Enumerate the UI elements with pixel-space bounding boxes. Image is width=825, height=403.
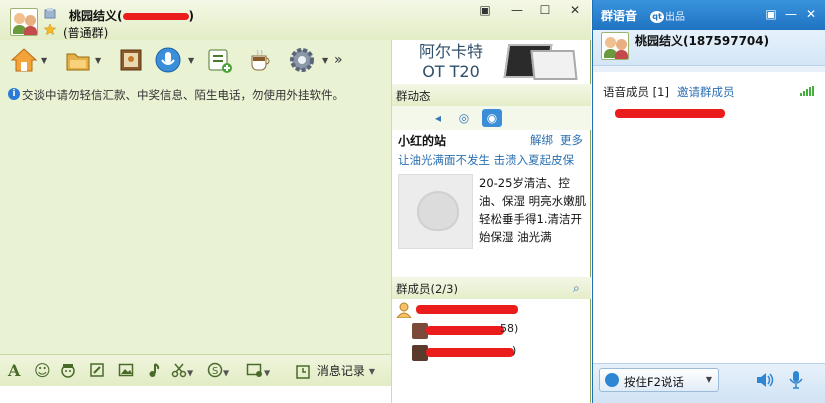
voice-member-row[interactable] [593, 104, 825, 126]
member-row[interactable]: 58) [392, 320, 591, 342]
input-toolbar: A ☺ ▼ S ▼ ▼ 消息记录 ▼ [0, 354, 391, 386]
voice-group-header: 桃园结义(187597704) [593, 30, 825, 66]
tab-search[interactable]: ◎ [454, 109, 474, 127]
chevron-down-icon: ▼ [188, 56, 195, 65]
member-row[interactable]: ) [392, 342, 591, 364]
music-icon[interactable] [147, 362, 161, 380]
info-icon: i [8, 88, 20, 100]
minimize-button[interactable]: — [508, 3, 526, 17]
signal-icon [800, 86, 814, 96]
message-record-button[interactable]: 消息记录 ▼ [296, 362, 375, 380]
s-icon[interactable]: S ▼ [207, 362, 229, 380]
group-voice-window: 群语音 qt 出品 ▣ — ✕ 桃园结义(187597704) 语音成员 [1] … [592, 0, 825, 403]
group-level-icon [44, 8, 56, 19]
site-thumbnail[interactable] [398, 174, 473, 249]
group-avatar [601, 32, 629, 60]
group-chat-window: 桃园结义() (普通群) ▣ — ☐ ✕ ▼ ▼ ▼ ▼ » 阿尔卡特 OT T… [0, 0, 591, 403]
tab-voice[interactable]: ◂ [428, 109, 448, 127]
search-icon[interactable]: ⌕ [573, 282, 585, 294]
more-link[interactable]: 更多 [560, 132, 583, 148]
push-to-talk-button[interactable]: 按住F2说话 ▼ [599, 368, 719, 392]
chevron-down-icon: ▼ [95, 56, 102, 65]
group-side-panel: 群动态 ◂ ◎ ◉ 小红的站 解绑 更多 让油光满面不发生 击溃入夏起皮保 20… [391, 84, 591, 403]
site-title: 小红的站 [398, 134, 447, 148]
emoji-icon[interactable]: ☺ [34, 362, 51, 380]
screen-icon[interactable]: ▼ [246, 362, 270, 380]
edit-icon[interactable] [89, 362, 105, 380]
close-button[interactable]: ✕ [566, 3, 584, 17]
member-row[interactable] [392, 299, 591, 321]
speaker-person-icon [605, 373, 619, 387]
scissors-icon[interactable]: ▼ [171, 362, 193, 380]
menu-button[interactable]: ▣ [476, 3, 494, 17]
voice-members-count: 语音成员 [1] [603, 85, 669, 99]
site-description: 20-25岁清洁、控油、保湿 明亮水嫩肌轻松垂手得1.清洁开始保湿 油光满 [479, 176, 587, 244]
chevron-down-icon: ▼ [41, 56, 48, 65]
note-button[interactable] [205, 46, 235, 76]
home-icon [10, 46, 38, 74]
owner-icon [396, 302, 412, 319]
home-button[interactable]: ▼ [10, 46, 54, 76]
funny-face-icon[interactable] [60, 362, 76, 380]
message-input[interactable] [0, 386, 391, 403]
image-icon[interactable] [118, 362, 134, 380]
voice-button[interactable]: ▼ [154, 46, 200, 76]
chat-title-bar: 桃园结义() (普通群) ▣ — ☐ ✕ [0, 0, 591, 40]
font-icon[interactable]: A [8, 362, 20, 380]
speaker-icon[interactable] [755, 371, 775, 389]
brand-label: qt 出品 [650, 8, 685, 23]
redacted-member-name [426, 326, 504, 335]
voice-title-bar: 群语音 qt 出品 ▣ — ✕ [593, 0, 825, 30]
menu-button[interactable]: ▣ [763, 7, 779, 21]
ad-banner[interactable]: 阿尔卡特 OT T20 [391, 40, 590, 84]
redacted-group-id [122, 13, 189, 20]
note-add-icon [205, 46, 233, 74]
star-icon [43, 23, 57, 36]
album-icon [117, 46, 145, 74]
chat-toolbar: ▼ ▼ ▼ ▼ » [0, 40, 391, 82]
redacted-member-name [416, 305, 518, 314]
voice-member-list: 语音成员 [1] 邀请群成员 [593, 66, 825, 363]
app-button[interactable] [246, 46, 276, 76]
voice-title: 群语音 [601, 9, 638, 23]
microphone-icon[interactable] [789, 370, 803, 390]
members-header: 群成员(2/3) ⌕ [392, 277, 591, 299]
tab-site[interactable]: ◉ [482, 109, 502, 127]
album-button[interactable] [117, 46, 145, 76]
ad-text: 阿尔卡特 OT T20 [419, 42, 484, 81]
qt-logo-icon: qt [650, 11, 664, 23]
maximize-button[interactable]: ☐ [536, 3, 554, 17]
security-notice: i 交谈中请勿轻信汇款、中奖信息、陌生电话，勿使用外挂软件。 [0, 84, 391, 104]
message-history[interactable] [0, 104, 391, 354]
chevron-down-icon: ▼ [705, 375, 712, 384]
group-avatar[interactable] [10, 8, 38, 36]
group-type: (普通群) [63, 26, 109, 40]
folder-icon [64, 46, 92, 74]
group-name: 桃园结义() [69, 9, 194, 23]
tablet-image-2 [530, 50, 578, 80]
voice-group-name: 桃园结义(187597704) [635, 34, 770, 48]
chevron-down-icon: ▼ [322, 56, 329, 65]
redacted-member-name [615, 109, 725, 118]
close-button[interactable]: ✕ [803, 7, 819, 21]
files-button[interactable]: ▼ [64, 46, 108, 76]
voice-icon [154, 46, 182, 74]
settings-button[interactable]: ▼ [288, 46, 334, 76]
minimize-button[interactable]: — [783, 7, 799, 21]
invite-link[interactable]: 邀请群成员 [677, 84, 735, 100]
group-feed-header: 群动态 [392, 84, 591, 106]
svg-text:S: S [212, 366, 218, 377]
more-tools-button[interactable]: » [334, 52, 343, 82]
gear-icon [288, 46, 316, 74]
unbind-link[interactable]: 解绑 [530, 132, 553, 148]
site-tagline[interactable]: 让油光满面不发生 击溃入夏起皮保 [398, 152, 574, 168]
coffee-icon [246, 46, 274, 74]
redacted-member-name [426, 348, 514, 357]
feed-tabs: ◂ ◎ ◉ [392, 106, 591, 130]
voice-controls: 按住F2说话 ▼ [593, 363, 825, 403]
